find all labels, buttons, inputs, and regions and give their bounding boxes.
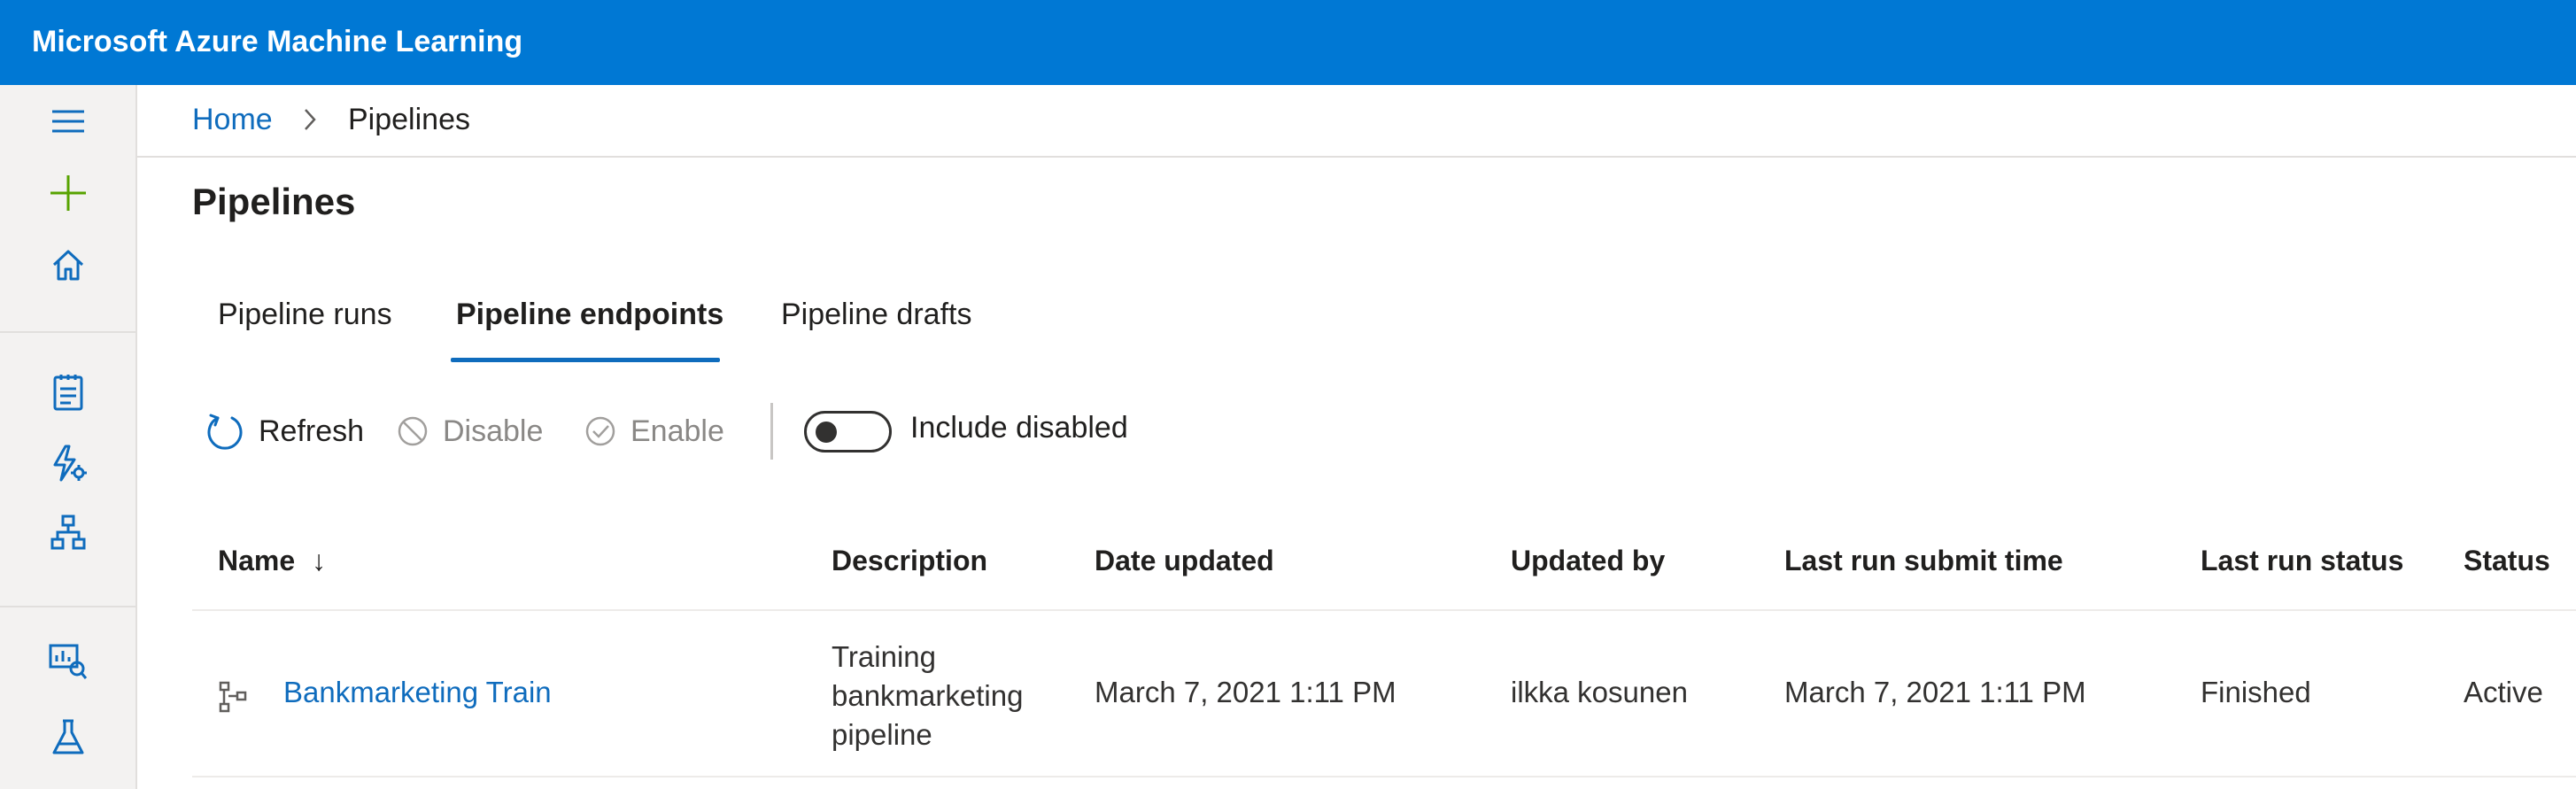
column-header-status[interactable]: Status [2464,545,2550,577]
experiments-icon[interactable] [0,714,135,762]
app-title[interactable]: Microsoft Azure Machine Learning [32,25,522,59]
enable-button[interactable]: Enable [584,409,724,453]
check-circle-icon [584,415,616,447]
left-nav [0,85,137,789]
column-header-last-run-submit-time[interactable]: Last run submit time [1784,545,2063,577]
nav-divider [0,331,135,333]
blocked-icon [397,415,429,447]
column-header-description[interactable]: Description [832,545,987,577]
include-disabled-label: Include disabled [910,411,1128,445]
tab-pipeline-endpoints[interactable]: Pipeline endpoints [456,298,723,332]
updated-by-cell: ilkka kosunen [1511,676,1688,708]
breadcrumb-current: Pipelines [348,103,470,136]
refresh-icon [205,412,244,451]
last-run-status-cell: Finished [2201,676,2311,708]
tab-pipeline-drafts[interactable]: Pipeline drafts [781,298,971,332]
include-disabled-toggle[interactable] [804,411,892,453]
pipeline-name-link[interactable]: Bankmarketing Train [283,676,552,709]
page-title: Pipelines [192,181,356,222]
pipeline-icon [218,680,248,718]
menu-icon[interactable] [0,97,135,145]
refresh-button[interactable]: Refresh [205,409,364,453]
chevron-right-icon [302,106,318,137]
app-header: Microsoft Azure Machine Learning [0,0,2576,85]
row-divider [192,776,2576,777]
automl-icon[interactable] [0,439,135,487]
toolbar-divider [770,403,773,460]
tab-pipeline-runs[interactable]: Pipeline runs [218,298,392,332]
column-header-updated-by[interactable]: Updated by [1511,545,1665,577]
datasets-icon[interactable] [0,638,135,685]
nav-divider [0,606,135,607]
enable-label: Enable [630,414,724,448]
selected-tab-indicator [451,358,720,362]
add-icon[interactable] [0,168,135,218]
toggle-knob [816,422,837,443]
disable-button[interactable]: Disable [397,409,543,453]
sort-descending-icon: ↓ [312,545,327,576]
column-header-last-run-status[interactable]: Last run status [2201,545,2403,577]
status-cell: Active [2464,676,2543,708]
breadcrumb: Home Pipelines [137,85,2576,158]
header-divider [192,609,2576,611]
designer-icon[interactable] [0,508,135,556]
home-icon[interactable] [0,241,135,289]
column-header-date-updated[interactable]: Date updated [1095,545,1274,577]
last-run-submit-time-cell: March 7, 2021 1:11 PM [1784,676,2086,708]
disable-label: Disable [443,414,544,448]
date-updated-cell: March 7, 2021 1:11 PM [1095,676,1396,708]
column-header-name-label: Name [218,545,296,576]
pipeline-description: Training bankmarketing pipeline [832,640,1024,751]
refresh-label: Refresh [259,414,365,448]
column-header-name[interactable]: Name ↓ [218,545,326,577]
notebook-icon[interactable] [0,368,135,416]
breadcrumb-home-link[interactable]: Home [192,103,273,137]
